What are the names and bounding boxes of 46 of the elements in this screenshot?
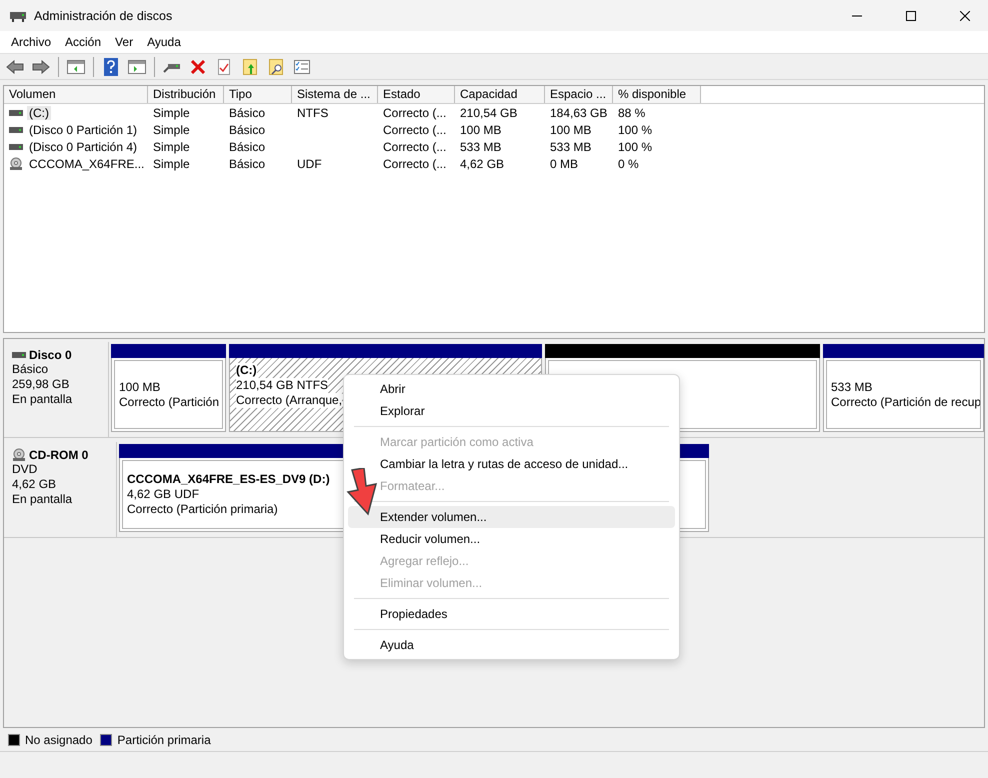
table-cell: Simple [153, 122, 190, 136]
disk-info: DVD [12, 462, 38, 477]
table-cell: Simple [153, 106, 190, 120]
table-cell: Básico [229, 106, 266, 120]
table-cell: 533 MB [460, 140, 502, 154]
window-title: Administración de discos [34, 8, 174, 22]
table-cell: Correcto (... [383, 106, 446, 120]
table-cell: 184,63 GB [550, 106, 608, 120]
table-cell: 0 MB [550, 156, 578, 170]
partition-info: 210,54 GB NTFS [236, 378, 328, 393]
disk-name: Disco 0 [29, 348, 72, 362]
partition-label: CCCOMA_X64FRE_ES-ES_DV9 (D:) [127, 472, 330, 487]
table-cell: Correcto (... [383, 156, 446, 170]
table-cell: Correcto (... [383, 122, 446, 136]
table-cell: UDF [297, 156, 322, 170]
table-cell: Correcto (... [383, 140, 446, 154]
disk-name: CD-ROM 0 [29, 448, 88, 462]
table-cell: 533 MB [550, 140, 592, 154]
partition-label: (C:) [236, 363, 257, 378]
table-cell: 210,54 GB [460, 106, 518, 120]
table-cell: 100 % [618, 122, 652, 136]
partition-info: 533 MB [831, 380, 872, 394]
table-cell: Básico [229, 156, 266, 170]
disk-info: 259,98 GB [12, 377, 70, 392]
disk-info: 4,62 GB [12, 477, 58, 492]
table-cell: 88 % [618, 106, 646, 120]
table-cell: 0 % [618, 156, 639, 170]
disk-info: En pantalla [12, 492, 74, 507]
table-cell: Básico [229, 122, 266, 136]
table-cell: 100 MB [550, 122, 592, 136]
table-cell: Simple [153, 156, 190, 170]
table-cell: NTFS [297, 106, 328, 120]
disk-info: Básico [12, 362, 50, 377]
partition-info: Correcto (Arranque, [236, 393, 342, 408]
partition-info: Correcto (Partición primaria) [127, 502, 278, 517]
table-cell: 4,62 GB [460, 156, 504, 170]
legend-label: No asignado [25, 732, 92, 746]
legend-label: Partición primaria [117, 732, 211, 746]
table-cell: 100 MB [460, 122, 502, 136]
table-cell: 100 % [618, 140, 652, 154]
table-cell: Simple [153, 140, 190, 154]
disk-info: En pantalla [12, 392, 74, 407]
partition-info: 4,62 GB UDF [127, 487, 200, 502]
partition-info: 100 MB [119, 380, 160, 394]
partition-info: Correcto (Partición [119, 394, 220, 410]
table-cell: Básico [229, 140, 266, 154]
